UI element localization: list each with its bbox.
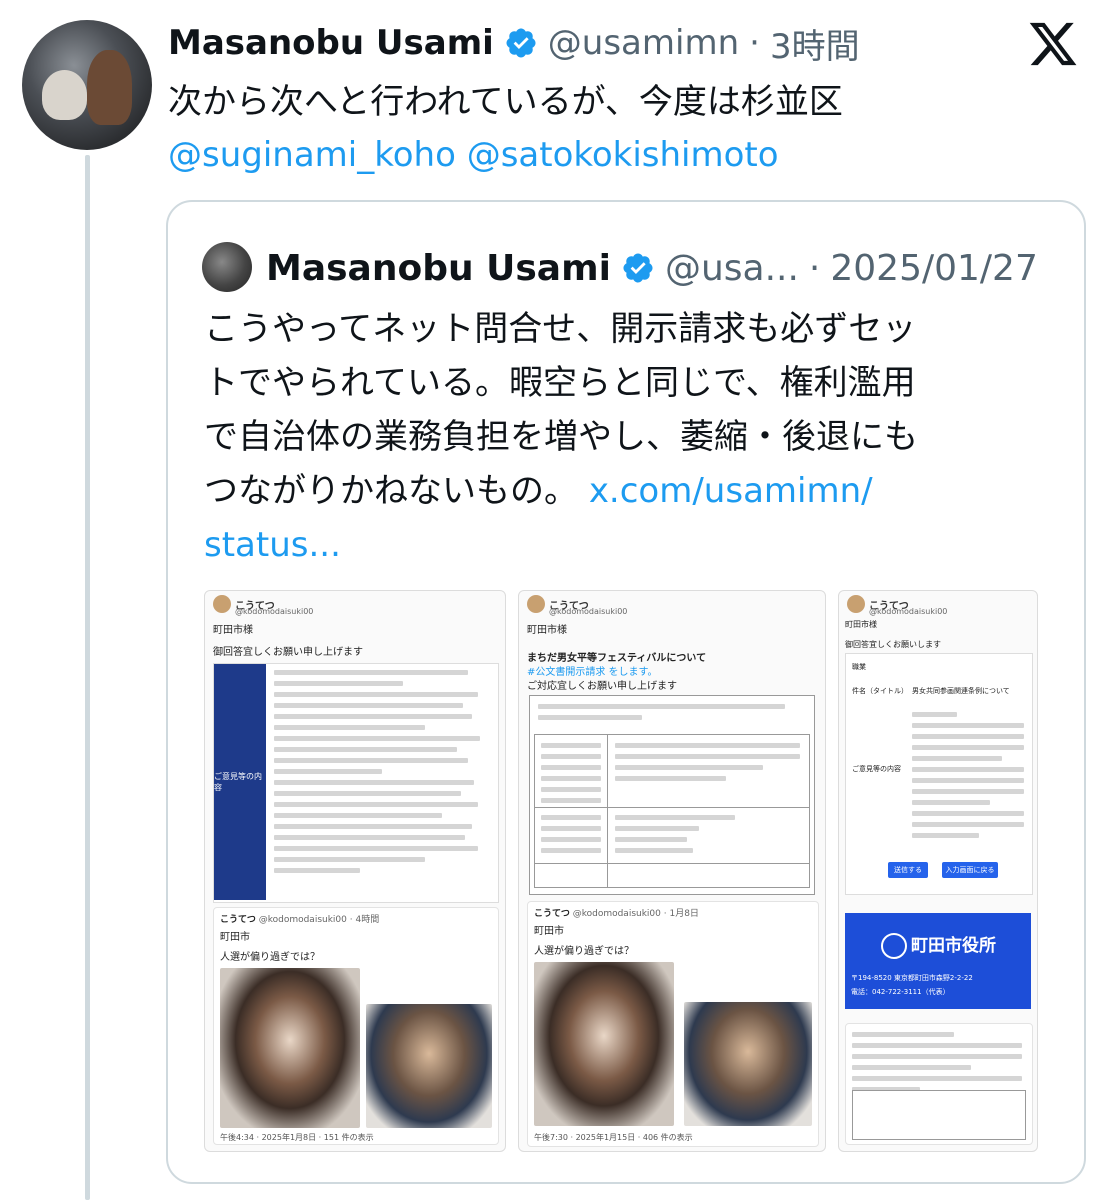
portrait-photo-man [366,1004,492,1128]
mini-handle: @kodomodaisuki00 [549,607,628,616]
thread-line [85,155,90,1200]
attached-image-3[interactable]: こうてつ @kodomodaisuki00 町田市様 御回答宜しくお願いします … [838,590,1038,1152]
city-emblem-icon [881,933,907,959]
city-hall-banner: 町田市役所 〒194-8520 東京都町田市森野2-2-22 電話：042-72… [845,913,1031,1009]
tweet-body: 次から次へと行われているが、今度は杉並区 @suginami_koho @sat… [168,76,1068,182]
city-hall-name: 町田市役所 [911,936,996,956]
ordinance-table [852,1090,1026,1140]
status-link[interactable]: x.com/usamimn/ [589,471,873,511]
mini-avatar [847,595,865,613]
back-button: 入力画面に戻る [942,862,998,878]
addressee-text: 町田市様 [845,620,877,629]
quoted-tweet-header: Masanobu Usami @usa... · 2025/01/27 [266,240,1038,296]
opinion-form: 職業 件名（タイトル） 男女共同参画関連条例について ご意見等の内容 送信する … [845,653,1033,895]
embedded-tweet-author: こうてつ @kodomodaisuki00 · 1月8日 [534,909,699,919]
request-title: まちだ男女平等フェスティバルについて [527,653,707,664]
attached-image-1[interactable]: こうてつ @kodomodaisuki00 町田市様 御回答宜しくお願い申し上げ… [204,590,506,1152]
quoted-author-handle[interactable]: @usa... [665,248,799,289]
quoted-text-line: こうやってネット問合せ、開示請求も必ずセッ [204,309,917,349]
portrait-photo-woman [534,962,674,1126]
embedded-tweet-author: こうてつ @kodomodaisuki00 · 4時間 [220,915,380,925]
author-handle[interactable]: @usamimn [548,23,739,63]
mention-link[interactable]: @satokokishimoto [467,135,779,175]
embedded-footer: 午後4:34 · 2025年1月8日 · 151 件の表示 [220,1133,374,1142]
verified-badge-icon [504,26,538,60]
hashtag-text: #公文書開示請求 をします。 [527,667,658,678]
embedded-tweet [845,1023,1033,1145]
mention-link[interactable]: @suginami_koho [168,135,456,175]
request-text: 御回答宜しくお願いします [845,640,941,649]
tweet-header: Masanobu Usami @usamimn · 3時間 [168,18,1077,68]
form-table [534,734,810,888]
author-avatar[interactable] [22,20,152,150]
embedded-question: 人選が偏り過ぎでは？ [534,946,634,957]
portrait-photo-woman [220,968,360,1128]
mini-avatar [213,595,231,613]
form-label: ご意見等の内容 [214,772,262,792]
form-row-label: ご意見等の内容 [852,765,901,773]
quoted-tweet-body: こうやってネット問合せ、開示請求も必ずセッ トでやられている。暇空らと同じで、権… [204,302,1034,572]
verified-badge-icon [621,251,655,285]
embedded-city: 町田市 [534,926,564,937]
form-text-lines [912,712,1024,844]
embedded-tweet: こうてつ @kodomodaisuki00 · 1月8日 町田市 人選が偏り過ぎ… [527,901,819,1147]
embedded-tweet: こうてつ @kodomodaisuki00 · 4時間 町田市 人選が偏り過ぎで… [213,907,499,1145]
form-row-value: 男女共同参画関連条例について [912,687,1010,695]
tweet-text-line: 次から次へと行われているが、今度は杉並区 [168,82,843,122]
city-phone: 電話：042-722-3111（代表） [851,988,950,996]
mini-handle: @kodomodaisuki00 [235,607,314,616]
separator-dot: · [749,23,760,63]
city-address: 〒194-8520 東京都町田市森野2-2-22 [851,974,973,982]
quoted-tweet-card[interactable]: Masanobu Usami @usa... · 2025/01/27 こうやっ… [166,200,1086,1184]
portrait-photo-man [684,1002,812,1126]
form-row-label: 職業 [852,663,866,671]
form-label-column: ご意見等の内容 [214,664,266,900]
separator-dot: · [808,247,821,289]
author-name[interactable]: Masanobu Usami [168,23,494,63]
send-button: 送信する [888,862,928,878]
quoted-author-name[interactable]: Masanobu Usami [266,248,611,289]
embedded-question: 人選が偏り過ぎでは？ [220,952,320,963]
addressee-text: 町田市様 [527,625,567,636]
form-row-label: 件名（タイトル） [852,687,908,695]
quoted-tweet-date[interactable]: 2025/01/27 [830,248,1038,289]
quoted-author-avatar[interactable] [202,242,252,292]
quoted-text-line: つながりかねないもの。 [204,471,578,511]
x-logo-icon[interactable] [1027,18,1079,70]
request-text: 御回答宜しくお願い申し上げます [213,647,363,658]
embedded-footer: 午後7:30 · 2025年1月15日 · 406 件の表示 [534,1133,693,1142]
attached-image-2[interactable]: こうてつ @kodomodaisuki00 町田市様 まちだ男女平等フェスティバ… [518,590,826,1152]
status-link-cont[interactable]: status... [204,525,341,565]
quoted-text-line: で自治体の業務負担を増やし、萎縮・後退にも [204,417,918,457]
form-text-lines [538,704,798,726]
quoted-text-line: トでやられている。暇空らと同じで、権利濫用 [204,363,916,403]
form-screenshot: ご意見等の内容 [213,663,499,903]
mini-avatar [527,595,545,613]
request-text: ご対応宜しくお願い申し上げます [527,681,677,692]
disclosure-request-form [529,695,815,895]
embedded-city: 町田市 [220,932,250,943]
form-text-lines [274,670,489,879]
addressee-text: 町田市様 [213,625,253,636]
mini-handle: @kodomodaisuki00 [869,607,948,616]
tweet-timestamp[interactable]: 3時間 [770,19,860,68]
